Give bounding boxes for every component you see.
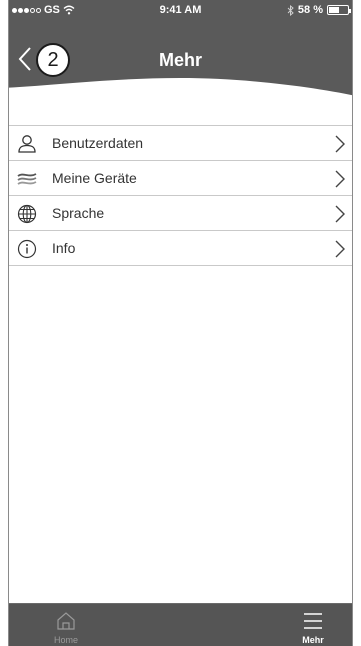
tab-mehr[interactable]: Mehr (278, 604, 348, 646)
user-icon (18, 135, 36, 153)
callout-marker: 2 (36, 43, 70, 77)
menu-item-label: Meine Geräte (52, 170, 137, 186)
menu-item-info[interactable]: Info (9, 231, 352, 266)
menu-item-label: Benutzerdaten (52, 135, 144, 151)
status-right: 58 % (287, 4, 351, 16)
chevron-right-icon (335, 170, 345, 188)
status-bar: GS 9:41 AM 58 % (0, 0, 361, 20)
chevron-right-icon (335, 205, 345, 223)
home-icon (57, 612, 75, 630)
globe-icon (17, 204, 37, 224)
waves-icon (17, 173, 37, 185)
chevron-left-icon (18, 47, 31, 71)
battery-percentage: 58 % (297, 4, 323, 16)
tab-bar: Home Mehr (9, 603, 352, 646)
battery-icon (327, 5, 351, 15)
settings-menu: Benutzerdaten Meine Geräte Sprache Info (9, 125, 352, 266)
app-screen: GS 9:41 AM 58 % 2 Mehr Benutzerdaten Mei… (0, 0, 361, 646)
bluetooth-icon (287, 4, 294, 16)
menu-item-sprache[interactable]: Sprache (9, 196, 352, 231)
menu-item-benutzerdaten[interactable]: Benutzerdaten (9, 126, 352, 161)
header: GS 9:41 AM 58 % 2 Mehr (0, 0, 361, 100)
battery-level (329, 7, 339, 13)
menu-item-label: Info (52, 240, 76, 256)
device-frame-right (352, 0, 361, 646)
tab-home[interactable]: Home (31, 604, 101, 646)
menu-icon (304, 613, 322, 629)
chevron-right-icon (335, 135, 345, 153)
tab-label-home: Home (53, 635, 78, 645)
info-icon (17, 239, 37, 259)
chevron-right-icon (335, 240, 345, 258)
menu-item-label: Sprache (52, 205, 105, 221)
device-frame-left (0, 0, 9, 646)
menu-item-meine-geraete[interactable]: Meine Geräte (9, 161, 352, 196)
tab-label-mehr: Mehr (302, 635, 324, 645)
